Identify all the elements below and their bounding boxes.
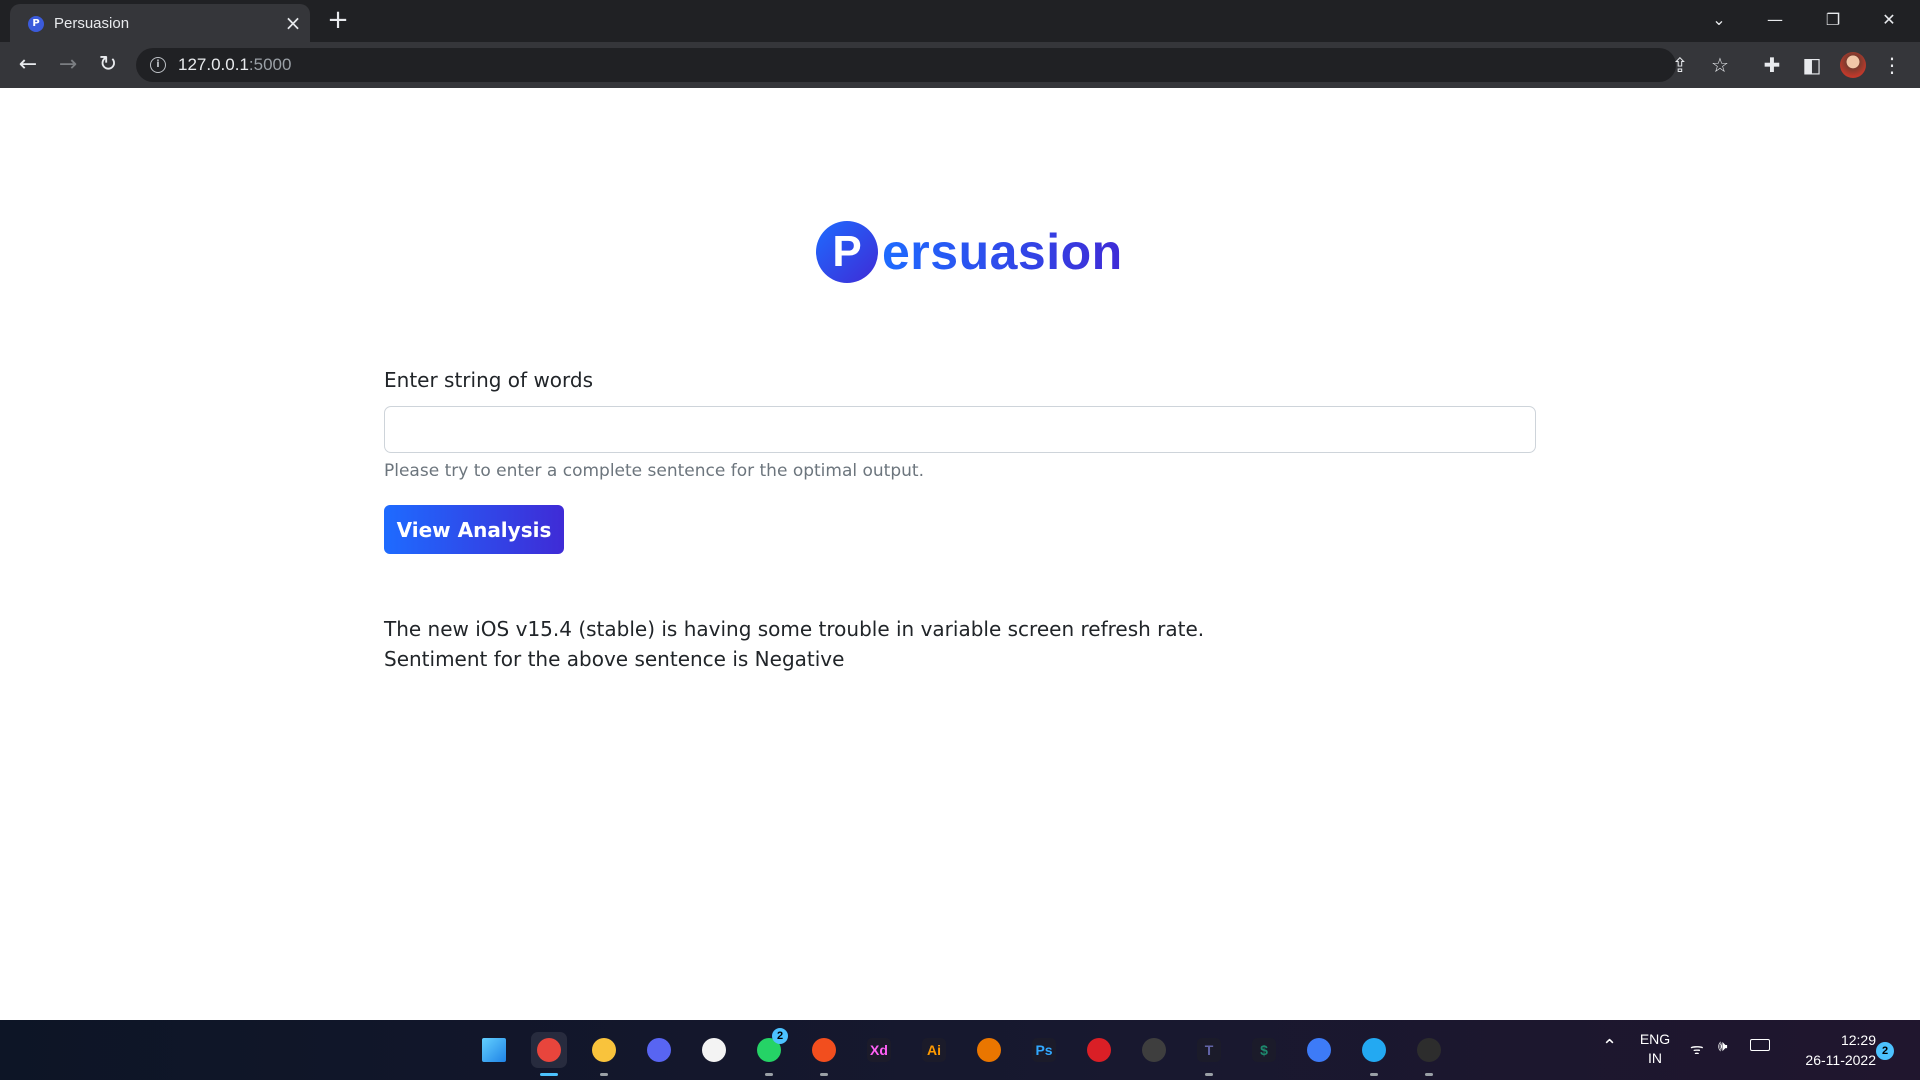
whatsapp-badge: 2 [772, 1028, 788, 1044]
taskbar-running-indicator [1425, 1073, 1433, 1076]
back-icon[interactable]: ← [12, 49, 44, 81]
words-input[interactable] [384, 406, 1536, 453]
taskbar-running-indicator [765, 1073, 773, 1076]
restore-icon[interactable]: ❐ [1810, 4, 1856, 36]
taskbar-vscode-icon[interactable] [1356, 1032, 1392, 1068]
taskbar-running-indicator [540, 1073, 558, 1076]
notification-count-badge[interactable]: 2 [1876, 1042, 1894, 1060]
taskbar-terminal-icon[interactable] [1411, 1032, 1447, 1068]
result-sentiment: Sentiment for the above sentence is Nega… [384, 647, 845, 671]
side-panel-icon[interactable]: ◧ [1796, 49, 1828, 81]
tab-search-chevron-icon[interactable]: ⌄ [1696, 4, 1742, 36]
taskbar-file-explorer-icon[interactable] [586, 1032, 622, 1068]
taskbar-running-indicator [1205, 1073, 1213, 1076]
view-analysis-button[interactable]: View Analysis [384, 505, 564, 554]
taskbar-dollar-app-icon[interactable]: $ [1246, 1032, 1282, 1068]
tab-favicon-icon: P [28, 16, 44, 32]
page-content: P ersuasion [0, 88, 1920, 1020]
taskbar-running-indicator [1370, 1073, 1378, 1076]
tab-title: Persuasion [54, 15, 130, 32]
clock[interactable]: 12:29 26-11-2022 [1784, 1030, 1876, 1070]
tab-close-icon[interactable]: × [282, 12, 304, 34]
taskbar-running-indicator [600, 1073, 608, 1076]
forward-icon[interactable]: → [52, 49, 84, 81]
taskbar-microsoft-store-icon[interactable] [696, 1032, 732, 1068]
wifi-icon[interactable]: ᯤ [1690, 1039, 1704, 1059]
input-label: Enter string of words [384, 368, 594, 392]
taskbar-figma-icon[interactable] [806, 1032, 842, 1068]
volume-icon[interactable]: 🕪 [1718, 1038, 1727, 1055]
taskbar-adobe-xd-icon[interactable]: Xd [861, 1032, 897, 1068]
minimize-icon[interactable]: — [1752, 4, 1798, 36]
extensions-icon[interactable]: ✚ [1756, 49, 1788, 81]
logo-mark: P [816, 221, 878, 283]
language-indicator[interactable]: ENG IN [1638, 1030, 1672, 1068]
menu-kebab-icon[interactable]: ⋮ [1876, 49, 1908, 81]
tab-persuasion[interactable]: P Persuasion × [10, 4, 310, 42]
taskbar-teams-icon[interactable]: T [1191, 1032, 1227, 1068]
taskbar-running-indicator [820, 1073, 828, 1076]
address-bar[interactable]: i 127.0.0.1:5000 ⇪ ☆ [136, 48, 1729, 82]
logo-wordmark: ersuasion [882, 224, 1123, 280]
taskbar-chrome-icon[interactable] [531, 1032, 567, 1068]
taskbar-start-icon[interactable] [476, 1032, 512, 1068]
taskbar-davinci-resolve-icon[interactable] [1136, 1032, 1172, 1068]
site-info-icon[interactable]: i [150, 57, 166, 73]
result-sentence: The new iOS v15.4 (stable) is having som… [384, 617, 1205, 641]
input-help-text: Please try to enter a complete sentence … [384, 461, 924, 481]
reload-icon[interactable]: ↻ [92, 49, 124, 81]
browser-tab-strip: P Persuasion × + ⌄ — ❐ ✕ [0, 0, 1920, 42]
taskbar-photoshop-icon[interactable]: Ps [1026, 1032, 1062, 1068]
url-text: 127.0.0.1:5000 [178, 55, 292, 74]
taskbar-adobe-illustrator-icon[interactable]: Ai [916, 1032, 952, 1068]
windows-taskbar: Xd Ai Ps T $ 2 ⌃ ENG IN ᯤ 🕪 12:29 26-11-2022… [0, 1020, 1920, 1080]
taskbar-creative-cloud-icon[interactable] [1081, 1032, 1117, 1068]
close-window-icon[interactable]: ✕ [1866, 4, 1912, 36]
new-tab-icon[interactable]: + [324, 6, 352, 34]
share-icon[interactable]: ⇪ [1664, 49, 1696, 81]
taskbar-search-app-icon[interactable] [1301, 1032, 1337, 1068]
browser-toolbar: ← → ↻ i 127.0.0.1:5000 ⇪ ☆ ✚ ◧ ⋮ [0, 42, 1920, 88]
analysis-result: The new iOS v15.4 (stable) is having som… [384, 614, 1204, 674]
show-hidden-icons-chevron-icon[interactable]: ⌃ [1602, 1036, 1617, 1057]
taskbar-discord-icon[interactable] [641, 1032, 677, 1068]
profile-avatar[interactable] [1840, 52, 1866, 78]
persuasion-logo: P ersuasion [816, 221, 1123, 283]
bookmark-star-icon[interactable]: ☆ [1704, 49, 1736, 81]
battery-icon[interactable] [1750, 1039, 1770, 1051]
taskbar-blender-icon[interactable] [971, 1032, 1007, 1068]
